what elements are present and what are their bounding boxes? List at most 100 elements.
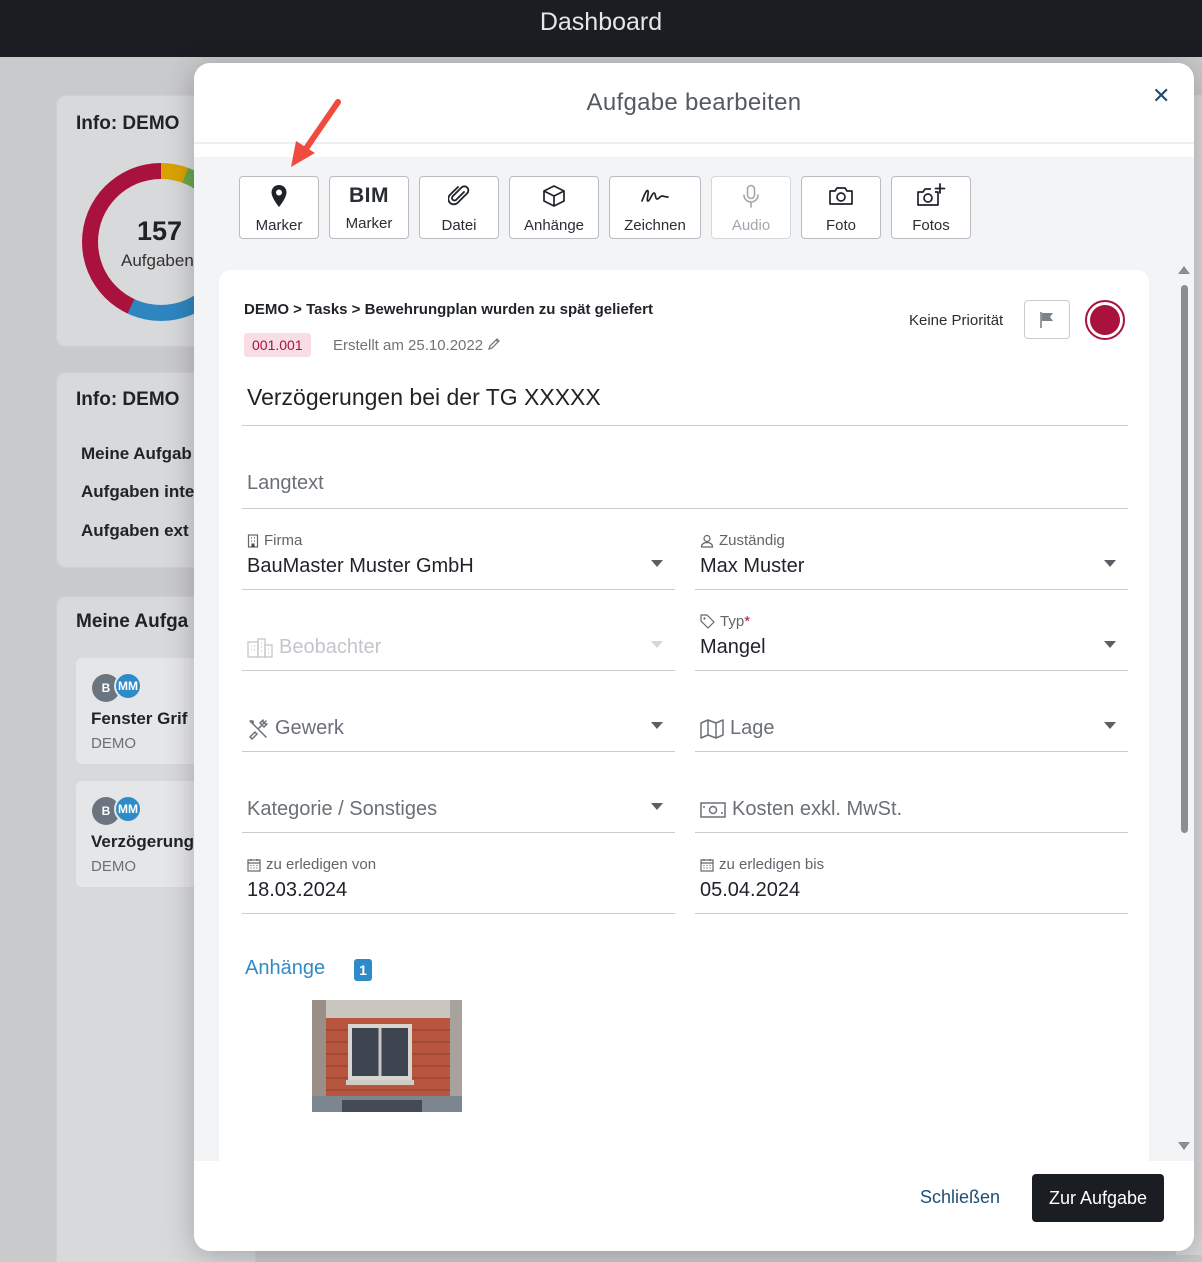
- priority-button[interactable]: [1024, 300, 1070, 339]
- chevron-down-icon: [1104, 560, 1116, 567]
- microphone-icon: [712, 183, 790, 209]
- info-card-title: Info: DEMO: [76, 113, 180, 134]
- end-date-value: 05.04.2024: [700, 879, 801, 901]
- beobachter-select[interactable]: Beobachter: [242, 610, 675, 671]
- photos-label: Fotos: [912, 217, 950, 234]
- flag-icon: [1040, 311, 1053, 328]
- typ-select[interactable]: Typ* Mangel: [695, 610, 1128, 671]
- tag-icon: [700, 614, 715, 629]
- photo-label: Foto: [825, 217, 856, 234]
- zustaendig-select[interactable]: Zuständig Max Muster: [695, 529, 1128, 590]
- page-title: Dashboard: [539, 8, 663, 36]
- scroll-up-icon[interactable]: [1178, 266, 1190, 274]
- typ-label: Typ: [720, 613, 745, 630]
- kosten-placeholder: Kosten exkl. MwSt.: [732, 798, 903, 820]
- start-date-field[interactable]: zu erledigen von 18.03.2024: [242, 853, 675, 914]
- donut-count: 157: [137, 216, 183, 246]
- map-icon: [700, 718, 724, 739]
- calendar-icon: [247, 858, 261, 872]
- annotation-arrow-icon: [291, 99, 341, 167]
- attachments-section-label[interactable]: Anhänge: [245, 957, 325, 980]
- scrollbar-thumb[interactable]: [1181, 285, 1188, 833]
- typ-value: Mangel: [700, 636, 766, 658]
- bim-icon: BIM: [349, 184, 389, 207]
- info-line[interactable]: Meine Aufgab: [81, 444, 192, 464]
- audio-button[interactable]: Audio: [711, 176, 791, 239]
- firma-select[interactable]: Firma BauMaster Muster GmbH: [242, 529, 675, 590]
- beobachter-placeholder: Beobachter: [279, 636, 382, 658]
- task-id-badge: 001.001: [244, 333, 311, 357]
- bim-marker-label: Marker: [345, 215, 393, 232]
- cube-icon: [510, 183, 598, 209]
- end-date-label: zu erledigen bis: [719, 856, 825, 873]
- map-pin-icon: [240, 183, 318, 209]
- marker-button[interactable]: Marker: [239, 176, 319, 239]
- kategorie-placeholder: Kategorie / Sonstiges: [247, 798, 438, 820]
- gewerk-placeholder: Gewerk: [275, 717, 344, 739]
- lage-select[interactable]: Lage: [695, 691, 1128, 752]
- signature-icon: [610, 183, 700, 209]
- close-button[interactable]: Schließen: [920, 1187, 1000, 1208]
- go-to-task-button[interactable]: Zur Aufgabe: [1032, 1174, 1164, 1222]
- kategorie-select[interactable]: Kategorie / Sonstiges: [242, 772, 675, 833]
- file-button[interactable]: Datei: [419, 176, 499, 239]
- money-icon: [700, 801, 726, 818]
- close-icon[interactable]: ✕: [1152, 83, 1170, 109]
- camera-icon: [802, 183, 880, 209]
- marker-label: Marker: [255, 217, 303, 234]
- info-line[interactable]: Aufgaben inte: [81, 482, 194, 502]
- breadcrumb[interactable]: DEMO > Tasks > Bewehrungplan wurden zu s…: [244, 301, 653, 318]
- chevron-down-icon: [651, 803, 663, 810]
- pencil-icon[interactable]: [487, 337, 501, 351]
- task-project: DEMO: [91, 735, 136, 752]
- paperclip-icon: [420, 183, 498, 209]
- buildings-icon: [247, 637, 273, 658]
- task-title: Fenster Grif: [91, 709, 188, 728]
- attachments-button[interactable]: Anhänge: [509, 176, 599, 239]
- task-project: DEMO: [91, 858, 136, 875]
- firma-value: BauMaster Muster GmbH: [247, 555, 474, 577]
- photo-button[interactable]: Foto: [801, 176, 881, 239]
- building-icon: [247, 533, 259, 548]
- status-indicator[interactable]: [1085, 300, 1125, 340]
- info-line[interactable]: Aufgaben ext: [81, 521, 189, 541]
- end-date-field[interactable]: zu erledigen bis 05.04.2024: [695, 853, 1128, 914]
- langtext-placeholder: Langtext: [247, 472, 324, 494]
- created-date[interactable]: Erstellt am 25.10.2022: [333, 337, 501, 354]
- chevron-down-icon: [1104, 641, 1116, 648]
- attachments-label: Anhänge: [523, 217, 585, 234]
- donut-label: Aufgaben: [121, 251, 194, 270]
- chevron-down-icon: [1104, 722, 1116, 729]
- chevron-down-icon: [651, 641, 663, 648]
- gewerk-select[interactable]: Gewerk: [242, 691, 675, 752]
- zustaendig-value: Max Muster: [700, 555, 805, 577]
- attachments-count-badge: 1: [354, 959, 372, 981]
- user-icon: [700, 534, 714, 548]
- firma-label: Firma: [264, 532, 303, 549]
- chevron-down-icon: [651, 722, 663, 729]
- required-mark: *: [744, 613, 751, 630]
- edit-task-modal: Aufgabe bearbeiten ✕ Marker BIM Marker D…: [194, 63, 1194, 1251]
- avatar: MM: [114, 672, 142, 700]
- lage-placeholder: Lage: [730, 717, 775, 739]
- langtext-field[interactable]: Langtext: [242, 458, 1128, 509]
- top-bar: Dashboard: [0, 0, 1202, 57]
- photos-button[interactable]: Fotos: [891, 176, 971, 239]
- attachment-thumbnail[interactable]: [312, 1000, 462, 1112]
- draw-button[interactable]: Zeichnen: [609, 176, 701, 239]
- chevron-down-icon: [651, 560, 663, 567]
- my-tasks-title: Meine Aufga: [76, 611, 189, 632]
- bim-marker-button[interactable]: BIM Marker: [329, 176, 409, 239]
- audio-label: Audio: [731, 217, 771, 234]
- scroll-down-icon[interactable]: [1178, 1142, 1190, 1150]
- start-date-value: 18.03.2024: [247, 879, 348, 901]
- avatar: MM: [114, 795, 142, 823]
- file-label: Datei: [441, 217, 477, 234]
- draw-label: Zeichnen: [624, 217, 686, 234]
- calendar-icon: [700, 858, 714, 872]
- tools-icon: [249, 718, 268, 740]
- task-title: Verzögerung: [91, 832, 194, 851]
- kosten-input[interactable]: Kosten exkl. MwSt.: [695, 772, 1128, 833]
- title-input[interactable]: Verzögerungen bei der TG XXXXX: [242, 380, 1128, 426]
- start-date-label: zu erledigen von: [266, 856, 377, 873]
